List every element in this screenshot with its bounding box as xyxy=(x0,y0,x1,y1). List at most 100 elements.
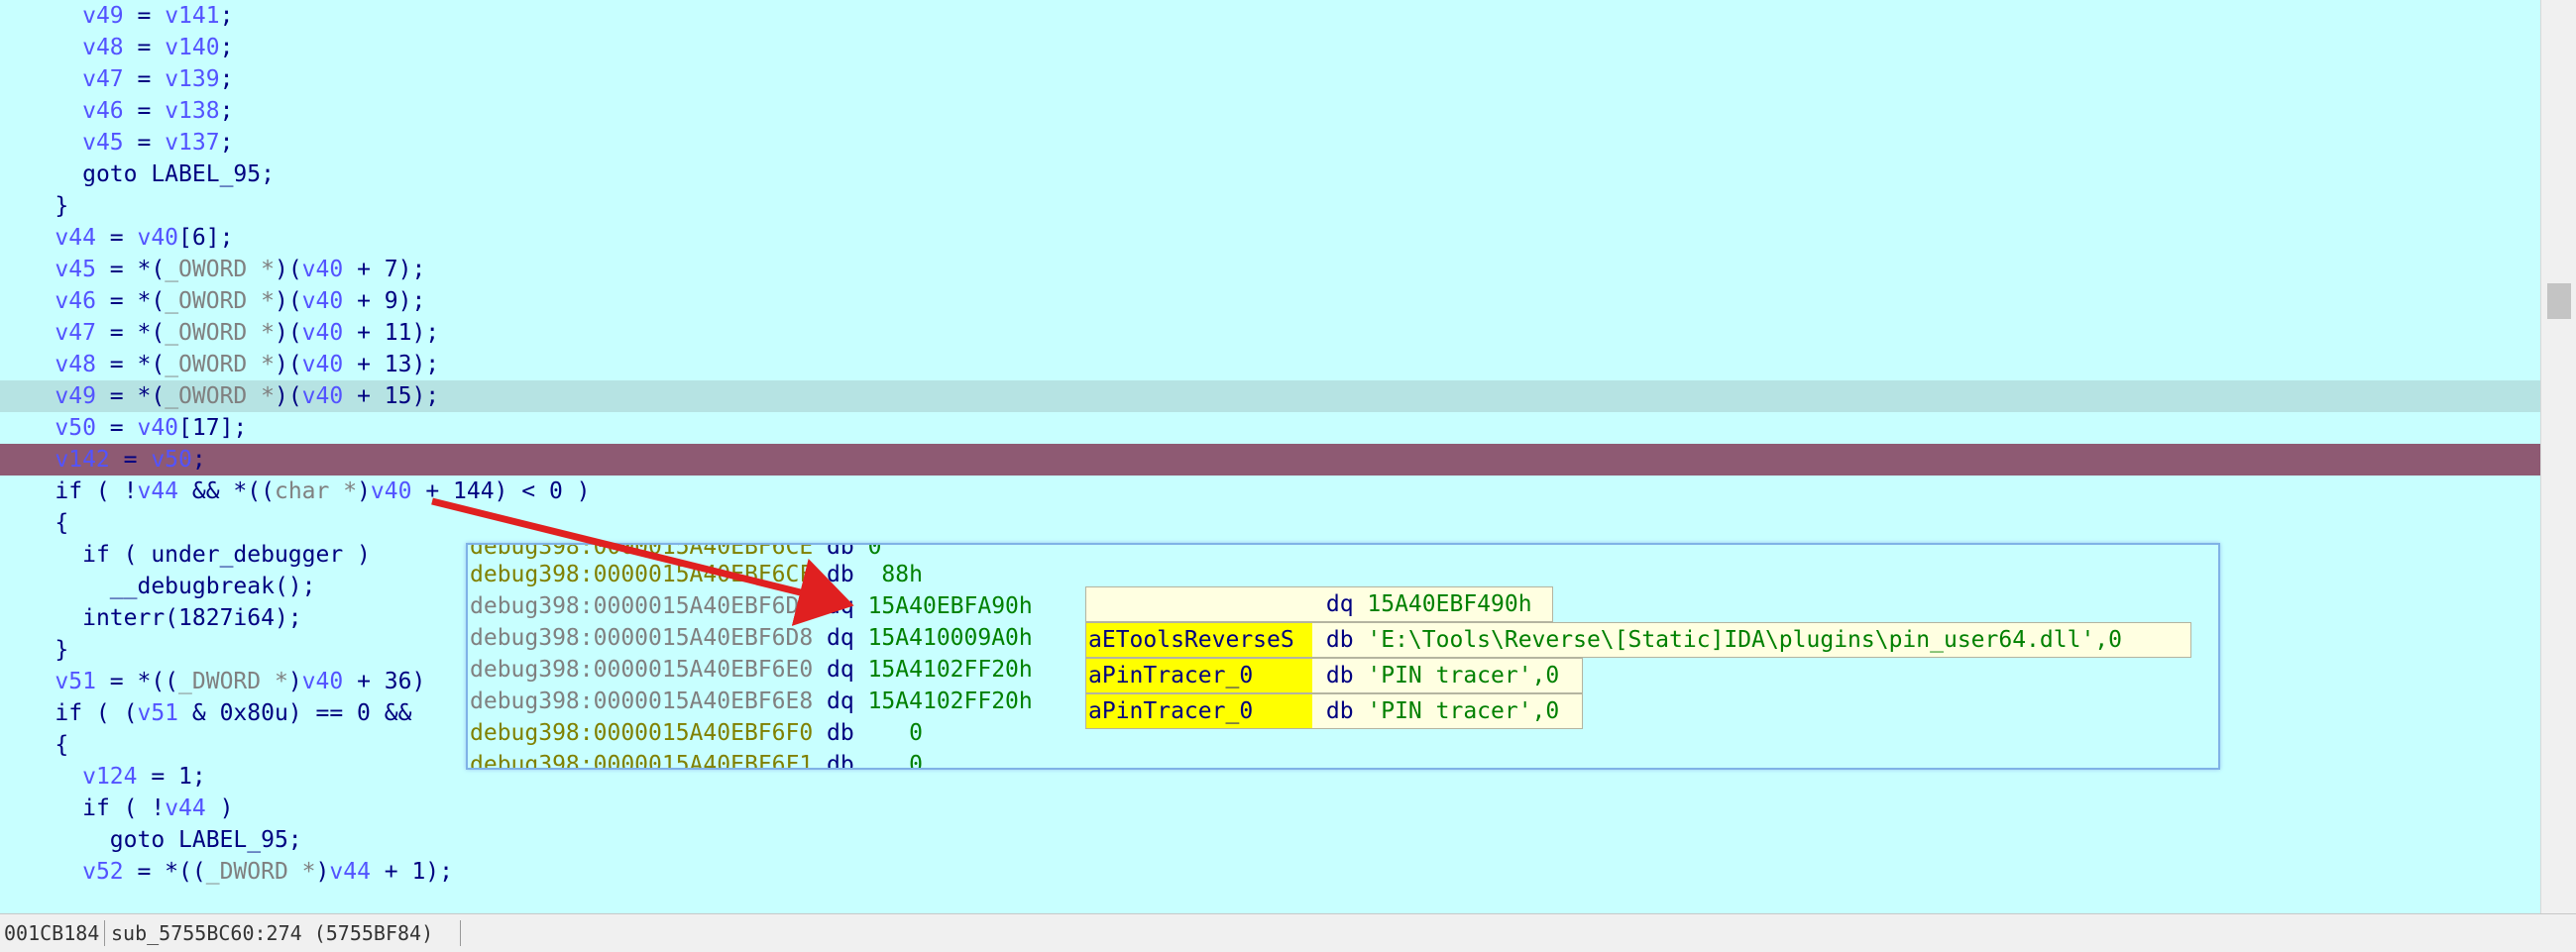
pseudocode-view[interactable]: v49 = v141; v48 = v140; v47 = v139; v46 … xyxy=(0,0,2540,913)
code-token: = *( xyxy=(95,383,166,409)
variable-token[interactable]: v46 xyxy=(82,98,124,124)
variable-token[interactable]: v141 xyxy=(165,3,219,29)
variable-token[interactable]: v49 xyxy=(82,3,124,29)
type-token: char * xyxy=(274,478,358,504)
code-token: + 15); xyxy=(343,383,440,409)
variable-token[interactable]: v40 xyxy=(302,320,344,346)
code-token: = xyxy=(109,447,152,473)
code-token: __debugbreak(); xyxy=(109,574,316,599)
variable-token[interactable]: v40 xyxy=(371,478,412,504)
code-token: = xyxy=(95,225,138,251)
variable-token[interactable]: v51 xyxy=(137,700,178,726)
address: debug398:0000015A40EBF6E8 xyxy=(470,688,814,714)
code-token: = *(( xyxy=(123,859,206,885)
variable-token[interactable]: v124 xyxy=(82,764,137,790)
vertical-scrollbar[interactable] xyxy=(2540,0,2576,913)
variable-token[interactable]: v44 xyxy=(329,859,371,885)
tooltip-directive: dq xyxy=(1312,591,1368,617)
variable-token[interactable]: v140 xyxy=(165,35,219,60)
address: debug398:0000015A40EBF6F0 xyxy=(470,720,814,746)
code-token: ) xyxy=(205,795,234,821)
code-line[interactable]: v45 = v137; xyxy=(0,127,2540,159)
address: debug398:0000015A40EBF6F1 xyxy=(470,752,814,770)
variable-token[interactable]: v40 xyxy=(302,383,344,409)
code-line[interactable]: goto LABEL_95; xyxy=(0,159,2540,190)
tooltip-directive: db xyxy=(1312,627,1368,653)
code-token: + 11); xyxy=(343,320,440,346)
code-line[interactable]: v47 = v139; xyxy=(0,63,2540,95)
code-token: = xyxy=(123,35,166,60)
code-token: = xyxy=(95,415,138,441)
pointer-tooltip: aPinTracer_0 db 'PIN tracer',0 xyxy=(1085,658,1583,693)
variable-token[interactable]: v40 xyxy=(302,288,344,314)
variable-token[interactable]: v40 xyxy=(137,225,178,251)
type-token: _OWORD * xyxy=(165,257,275,282)
code-token: ; xyxy=(191,447,206,473)
variable-token[interactable]: v50 xyxy=(55,415,96,441)
directive: dq xyxy=(813,657,868,683)
code-line[interactable]: } xyxy=(0,190,2540,222)
code-line[interactable]: v48 = v140; xyxy=(0,32,2540,63)
variable-token[interactable]: v138 xyxy=(165,98,219,124)
variable-token[interactable]: v51 xyxy=(55,669,96,694)
variable-token[interactable]: v142 xyxy=(55,447,109,473)
code-token: + 144) < 0 ) xyxy=(411,478,591,504)
variable-token[interactable]: v52 xyxy=(82,859,124,885)
tooltip-value: 'E:\Tools\Reverse\[Static]IDA\plugins\pi… xyxy=(1367,627,2122,653)
code-line[interactable]: v49 = *(_OWORD *)(v40 + 15); xyxy=(0,380,2540,412)
variable-token[interactable]: v46 xyxy=(55,288,96,314)
code-line[interactable]: v50 = v40[17]; xyxy=(0,412,2540,444)
variable-token[interactable]: v47 xyxy=(82,66,124,92)
code-line[interactable]: goto LABEL_95; xyxy=(0,824,2540,856)
code-token: } xyxy=(55,193,69,219)
status-divider xyxy=(104,920,105,946)
variable-token[interactable]: v48 xyxy=(55,352,96,377)
code-line[interactable]: v45 = *(_OWORD *)(v40 + 7); xyxy=(0,254,2540,285)
type-token: _DWORD * xyxy=(178,669,288,694)
code-token: ; xyxy=(219,35,234,60)
code-line[interactable]: v44 = v40[6]; xyxy=(0,222,2540,254)
code-line[interactable]: v49 = v141; xyxy=(0,0,2540,32)
code-token: if ( ( xyxy=(55,700,138,726)
variable-token[interactable]: v45 xyxy=(55,257,96,282)
popup-disasm-line: debug398:0000015A40EBF6F1 db 0 xyxy=(470,749,923,770)
code-line[interactable]: v46 = *(_OWORD *)(v40 + 9); xyxy=(0,285,2540,317)
directive: dq xyxy=(813,625,868,651)
variable-token[interactable]: v48 xyxy=(82,35,124,60)
code-token: & 0x80u) == 0 && xyxy=(178,700,412,726)
code-line[interactable]: v46 = v138; xyxy=(0,95,2540,127)
variable-token[interactable]: v45 xyxy=(82,130,124,156)
variable-token[interactable]: v40 xyxy=(137,415,178,441)
variable-token[interactable]: v50 xyxy=(151,447,192,473)
status-divider xyxy=(460,920,461,946)
code-line[interactable]: v142 = v50; xyxy=(0,444,2540,476)
variable-token[interactable]: v49 xyxy=(55,383,96,409)
variable-token[interactable]: v44 xyxy=(55,225,96,251)
code-line[interactable]: if ( !v44 ) xyxy=(0,793,2540,824)
directive: db xyxy=(813,720,868,746)
variable-token[interactable]: v40 xyxy=(302,257,344,282)
code-token: ) xyxy=(357,478,371,504)
variable-token[interactable]: v47 xyxy=(55,320,96,346)
variable-token[interactable]: v139 xyxy=(165,66,219,92)
variable-token[interactable]: v40 xyxy=(302,669,344,694)
scrollbar-thumb[interactable] xyxy=(2547,283,2571,319)
variable-token[interactable]: v40 xyxy=(302,352,344,377)
code-line[interactable]: v48 = *(_OWORD *)(v40 + 13); xyxy=(0,349,2540,380)
tooltip-directive: db xyxy=(1312,663,1368,688)
variable-token[interactable]: v44 xyxy=(165,795,206,821)
tooltip-value: 'PIN tracer',0 xyxy=(1367,698,1560,724)
code-line[interactable]: if ( !v44 && *((char *)v40 + 144) < 0 ) xyxy=(0,476,2540,507)
code-token: + 1); xyxy=(370,859,454,885)
code-token: = xyxy=(123,130,166,156)
value: 15A410009A0h xyxy=(867,625,1033,651)
directive: dq xyxy=(813,688,868,714)
variable-token[interactable]: v137 xyxy=(165,130,219,156)
code-line[interactable]: v47 = *(_OWORD *)(v40 + 11); xyxy=(0,317,2540,349)
value: 15A4102FF20h xyxy=(867,688,1033,714)
code-line[interactable]: { xyxy=(0,507,2540,539)
code-token: = *(( xyxy=(95,669,179,694)
code-line[interactable]: v52 = *((_DWORD *)v44 + 1); xyxy=(0,856,2540,888)
variable-token[interactable]: v44 xyxy=(137,478,178,504)
address: debug398:0000015A40EBF6D8 xyxy=(470,625,814,651)
